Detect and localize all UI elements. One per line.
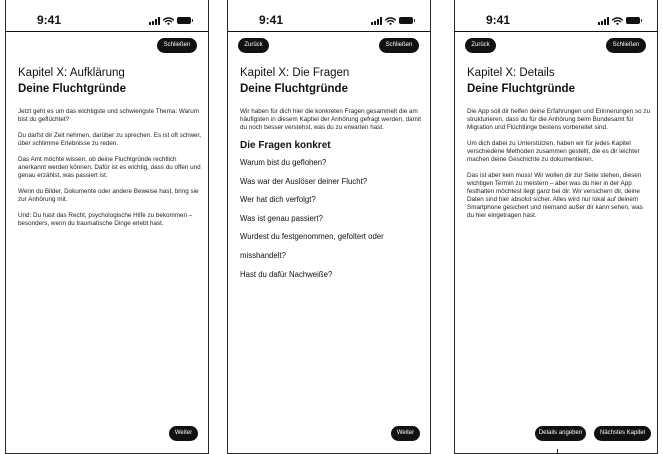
screen-content: Kapitel X: Die Fragen Deine Fluchtgründe… bbox=[240, 66, 424, 284]
question-item: Wer hat dich verfolgt? bbox=[240, 195, 316, 205]
status-bar: 9:41 bbox=[228, 0, 430, 38]
questions-list: Warum bist du geflohen? Was war der Ausl… bbox=[240, 154, 424, 284]
close-button[interactable]: Schließen bbox=[606, 38, 646, 53]
paragraph: Wenn du Bilder, Dokumente oder andere Be… bbox=[18, 188, 199, 203]
battery-icon bbox=[399, 17, 415, 24]
status-time: 9:41 bbox=[486, 13, 511, 27]
wifi-icon bbox=[163, 17, 174, 25]
status-bar: 9:41 bbox=[6, 0, 208, 38]
question-item: Hast du dafür Nachweiße? bbox=[240, 269, 333, 279]
header-divider bbox=[6, 31, 208, 32]
question-item: Warum bist du geflohen? bbox=[240, 158, 327, 167]
phone-screen-fragen: 9:41 Zurück Schließen Kapitel X: Die Fra… bbox=[227, 0, 431, 454]
question-item: Was war der Auslöser deiner Flucht? bbox=[240, 176, 368, 186]
phone-screen-details: 9:41 Zurück Schließen Kapitel X: Details… bbox=[454, 0, 658, 454]
paragraph: Jetzt geht es um das wichtigste und schw… bbox=[18, 108, 199, 123]
battery-icon bbox=[626, 17, 642, 24]
next-chapter-button[interactable]: Nächstes Kapitel bbox=[594, 426, 651, 441]
paragraph: Wir haben für dich hier die konkreten Fr… bbox=[240, 108, 421, 131]
cellular-signal-icon bbox=[149, 17, 160, 25]
home-indicator bbox=[557, 449, 558, 453]
page-title: Deine Fluchtgründe bbox=[18, 83, 126, 95]
next-button[interactable]: Weiter bbox=[169, 426, 198, 441]
wifi-icon bbox=[612, 17, 623, 25]
status-time: 9:41 bbox=[259, 13, 284, 27]
question-item: misshandelt? bbox=[240, 250, 286, 260]
question-item: Wurdest du festgenommen, gefoltert oder bbox=[240, 232, 384, 242]
body-text: Wir haben für dich hier die konkreten Fr… bbox=[240, 108, 424, 132]
body-text: Jetzt geht es um das wichtigste und schw… bbox=[18, 108, 202, 228]
page-title: Deine Fluchtgründe bbox=[467, 83, 575, 95]
paragraph: Du darfst dir Zeit nehmen, darüber zu sp… bbox=[18, 132, 202, 147]
chapter-heading: Kapitel X: Details bbox=[467, 67, 555, 79]
wifi-icon bbox=[385, 17, 396, 25]
status-bar: 9:41 bbox=[455, 0, 657, 38]
paragraph: Das Amt möchte wissen, ob deine Fluchtgr… bbox=[18, 156, 201, 179]
body-text: Die App soll dir helfen deine Erfahrunge… bbox=[467, 108, 651, 220]
cellular-signal-icon bbox=[371, 17, 382, 25]
questions-heading: Die Fragen konkret bbox=[240, 140, 331, 151]
chapter-heading: Kapitel X: Aufklärung bbox=[18, 67, 125, 79]
paragraph: Die App soll dir helfen deine Erfahrunge… bbox=[467, 108, 651, 131]
phone-screen-aufklaerung: 9:41 Schließen Kapitel X: Aufklärung Dei… bbox=[5, 0, 209, 454]
screen-content: Kapitel X: Details Deine Fluchtgründe Di… bbox=[467, 66, 651, 228]
paragraph: Das ist aber kein muss! Wir wollen dir z… bbox=[467, 172, 643, 219]
chapter-heading: Kapitel X: Die Fragen bbox=[240, 67, 350, 79]
cellular-signal-icon bbox=[598, 17, 609, 25]
battery-icon bbox=[177, 17, 193, 24]
page-title: Deine Fluchtgründe bbox=[240, 83, 348, 95]
next-button[interactable]: Weiter bbox=[391, 426, 420, 441]
header-divider bbox=[455, 31, 657, 32]
back-button[interactable]: Zurück bbox=[465, 38, 496, 53]
header-divider bbox=[228, 31, 430, 32]
close-button[interactable]: Schließen bbox=[157, 38, 197, 53]
screen-content: Kapitel X: Aufklärung Deine Fluchtgründe… bbox=[18, 66, 202, 236]
details-button[interactable]: Details angeben bbox=[535, 426, 586, 441]
close-button[interactable]: Schließen bbox=[379, 38, 419, 53]
back-button[interactable]: Zurück bbox=[238, 38, 269, 53]
question-item: Was ist genau passiert? bbox=[240, 213, 323, 223]
paragraph: Und: Du hast das Recht, psychologische H… bbox=[18, 212, 193, 227]
paragraph: Um dich dabei zu Unterstützen, haben wir… bbox=[467, 140, 640, 163]
status-time: 9:41 bbox=[37, 13, 62, 27]
